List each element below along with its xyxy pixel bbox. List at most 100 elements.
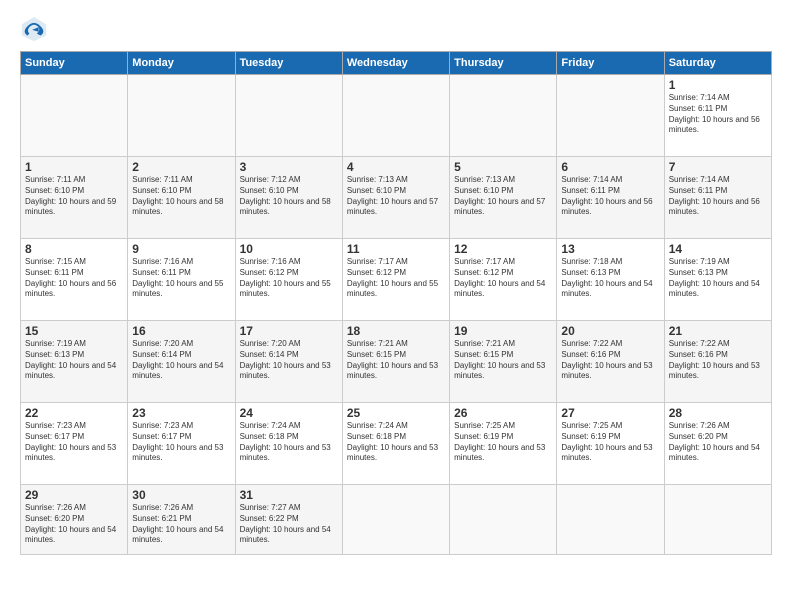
day-number: 20 <box>561 324 659 338</box>
day-info: Sunrise: 7:14 AMSunset: 6:11 PMDaylight:… <box>669 93 767 136</box>
calendar-day-cell: 3Sunrise: 7:12 AMSunset: 6:10 PMDaylight… <box>235 157 342 239</box>
calendar-day-cell: 1Sunrise: 7:14 AMSunset: 6:11 PMDaylight… <box>664 75 771 157</box>
calendar-week-row: 1Sunrise: 7:14 AMSunset: 6:11 PMDaylight… <box>21 75 772 157</box>
day-number: 21 <box>669 324 767 338</box>
day-number: 12 <box>454 242 552 256</box>
day-info: Sunrise: 7:21 AMSunset: 6:15 PMDaylight:… <box>347 339 445 382</box>
calendar-day-cell <box>342 75 449 157</box>
calendar-day-cell: 2Sunrise: 7:11 AMSunset: 6:10 PMDaylight… <box>128 157 235 239</box>
day-number: 1 <box>25 160 123 174</box>
day-number: 16 <box>132 324 230 338</box>
day-number: 2 <box>132 160 230 174</box>
day-info: Sunrise: 7:27 AMSunset: 6:22 PMDaylight:… <box>240 503 338 546</box>
page-header <box>20 15 772 43</box>
calendar-day-cell: 16Sunrise: 7:20 AMSunset: 6:14 PMDayligh… <box>128 321 235 403</box>
calendar-day-cell: 7Sunrise: 7:14 AMSunset: 6:11 PMDaylight… <box>664 157 771 239</box>
calendar-table: SundayMondayTuesdayWednesdayThursdayFrid… <box>20 51 772 555</box>
calendar-day-cell: 26Sunrise: 7:25 AMSunset: 6:19 PMDayligh… <box>450 403 557 485</box>
day-info: Sunrise: 7:12 AMSunset: 6:10 PMDaylight:… <box>240 175 338 218</box>
calendar-week-row: 29Sunrise: 7:26 AMSunset: 6:20 PMDayligh… <box>21 485 772 555</box>
day-number: 29 <box>25 488 123 502</box>
calendar-day-cell: 6Sunrise: 7:14 AMSunset: 6:11 PMDaylight… <box>557 157 664 239</box>
day-info: Sunrise: 7:20 AMSunset: 6:14 PMDaylight:… <box>132 339 230 382</box>
day-number: 8 <box>25 242 123 256</box>
day-number: 10 <box>240 242 338 256</box>
day-info: Sunrise: 7:22 AMSunset: 6:16 PMDaylight:… <box>561 339 659 382</box>
calendar-week-row: 15Sunrise: 7:19 AMSunset: 6:13 PMDayligh… <box>21 321 772 403</box>
calendar-day-cell: 31Sunrise: 7:27 AMSunset: 6:22 PMDayligh… <box>235 485 342 555</box>
day-number: 30 <box>132 488 230 502</box>
day-number: 18 <box>347 324 445 338</box>
calendar-day-cell: 25Sunrise: 7:24 AMSunset: 6:18 PMDayligh… <box>342 403 449 485</box>
calendar-day-cell: 24Sunrise: 7:24 AMSunset: 6:18 PMDayligh… <box>235 403 342 485</box>
day-number: 14 <box>669 242 767 256</box>
day-info: Sunrise: 7:19 AMSunset: 6:13 PMDaylight:… <box>669 257 767 300</box>
calendar-day-cell <box>235 75 342 157</box>
weekday-header: Thursday <box>450 52 557 75</box>
day-info: Sunrise: 7:13 AMSunset: 6:10 PMDaylight:… <box>347 175 445 218</box>
calendar-day-cell: 15Sunrise: 7:19 AMSunset: 6:13 PMDayligh… <box>21 321 128 403</box>
calendar-day-cell: 22Sunrise: 7:23 AMSunset: 6:17 PMDayligh… <box>21 403 128 485</box>
day-number: 6 <box>561 160 659 174</box>
calendar-day-cell <box>557 75 664 157</box>
calendar-week-row: 8Sunrise: 7:15 AMSunset: 6:11 PMDaylight… <box>21 239 772 321</box>
calendar-day-cell: 27Sunrise: 7:25 AMSunset: 6:19 PMDayligh… <box>557 403 664 485</box>
calendar-day-cell: 4Sunrise: 7:13 AMSunset: 6:10 PMDaylight… <box>342 157 449 239</box>
day-number: 3 <box>240 160 338 174</box>
calendar-day-cell: 9Sunrise: 7:16 AMSunset: 6:11 PMDaylight… <box>128 239 235 321</box>
calendar-day-cell: 29Sunrise: 7:26 AMSunset: 6:20 PMDayligh… <box>21 485 128 555</box>
day-number: 23 <box>132 406 230 420</box>
day-number: 11 <box>347 242 445 256</box>
calendar-day-cell <box>664 485 771 555</box>
day-info: Sunrise: 7:22 AMSunset: 6:16 PMDaylight:… <box>669 339 767 382</box>
day-info: Sunrise: 7:24 AMSunset: 6:18 PMDaylight:… <box>240 421 338 464</box>
day-info: Sunrise: 7:26 AMSunset: 6:21 PMDaylight:… <box>132 503 230 546</box>
day-info: Sunrise: 7:14 AMSunset: 6:11 PMDaylight:… <box>561 175 659 218</box>
weekday-header: Wednesday <box>342 52 449 75</box>
day-number: 27 <box>561 406 659 420</box>
day-info: Sunrise: 7:25 AMSunset: 6:19 PMDaylight:… <box>454 421 552 464</box>
day-number: 17 <box>240 324 338 338</box>
calendar-week-row: 1 Sunrise: 7:11 AMSunset: 6:10 PMDaylight… <box>21 157 772 239</box>
calendar-day-cell: 17Sunrise: 7:20 AMSunset: 6:14 PMDayligh… <box>235 321 342 403</box>
day-number: 24 <box>240 406 338 420</box>
day-info: Sunrise: 7:11 AMSunset: 6:10 PMDaylight:… <box>132 175 230 218</box>
day-number: 4 <box>347 160 445 174</box>
weekday-header-row: SundayMondayTuesdayWednesdayThursdayFrid… <box>21 52 772 75</box>
calendar-day-cell: 30Sunrise: 7:26 AMSunset: 6:21 PMDayligh… <box>128 485 235 555</box>
calendar-day-cell: 19Sunrise: 7:21 AMSunset: 6:15 PMDayligh… <box>450 321 557 403</box>
day-info: Sunrise: 7:26 AMSunset: 6:20 PMDaylight:… <box>25 503 123 546</box>
day-info: Sunrise: 7:23 AMSunset: 6:17 PMDaylight:… <box>132 421 230 464</box>
weekday-header: Saturday <box>664 52 771 75</box>
day-info: Sunrise: 7:14 AMSunset: 6:11 PMDaylight:… <box>669 175 767 218</box>
calendar-day-cell <box>21 75 128 157</box>
calendar-day-cell: 28Sunrise: 7:26 AMSunset: 6:20 PMDayligh… <box>664 403 771 485</box>
day-number: 15 <box>25 324 123 338</box>
calendar-page: SundayMondayTuesdayWednesdayThursdayFrid… <box>0 0 792 612</box>
calendar-day-cell: 12Sunrise: 7:17 AMSunset: 6:12 PMDayligh… <box>450 239 557 321</box>
day-info: Sunrise: 7:20 AMSunset: 6:14 PMDaylight:… <box>240 339 338 382</box>
calendar-day-cell <box>450 485 557 555</box>
day-number: 7 <box>669 160 767 174</box>
weekday-header: Friday <box>557 52 664 75</box>
weekday-header: Monday <box>128 52 235 75</box>
day-info: Sunrise: 7:15 AMSunset: 6:11 PMDaylight:… <box>25 257 123 300</box>
calendar-week-row: 22 Sunrise: 7:23 AMSunset: 6:17 PMDayligh… <box>21 403 772 485</box>
day-info: Sunrise: 7:19 AMSunset: 6:13 PMDaylight:… <box>25 339 123 382</box>
day-number: 22 <box>25 406 123 420</box>
calendar-day-cell <box>450 75 557 157</box>
logo <box>20 15 52 43</box>
day-info: Sunrise: 7:16 AMSunset: 6:12 PMDaylight:… <box>240 257 338 300</box>
day-number: 26 <box>454 406 552 420</box>
calendar-day-cell: 8Sunrise: 7:15 AMSunset: 6:11 PMDaylight… <box>21 239 128 321</box>
calendar-day-cell: 13Sunrise: 7:18 AMSunset: 6:13 PMDayligh… <box>557 239 664 321</box>
calendar-day-cell: 23Sunrise: 7:23 AMSunset: 6:17 PMDayligh… <box>128 403 235 485</box>
day-info: Sunrise: 7:18 AMSunset: 6:13 PMDaylight:… <box>561 257 659 300</box>
day-number: 5 <box>454 160 552 174</box>
day-info: Sunrise: 7:25 AMSunset: 6:19 PMDaylight:… <box>561 421 659 464</box>
calendar-day-cell: 1Sunrise: 7:11 AMSunset: 6:10 PMDaylight… <box>21 157 128 239</box>
calendar-day-cell: 20Sunrise: 7:22 AMSunset: 6:16 PMDayligh… <box>557 321 664 403</box>
weekday-header: Tuesday <box>235 52 342 75</box>
day-number: 31 <box>240 488 338 502</box>
day-number: 13 <box>561 242 659 256</box>
